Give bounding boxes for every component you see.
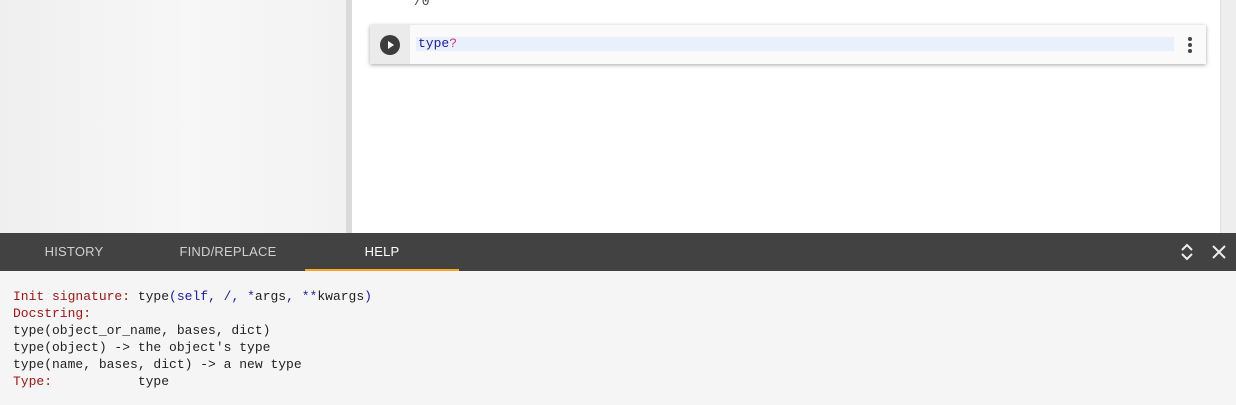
previous-cell-output: /0 <box>414 0 430 9</box>
help-output: Init signature: type(self, /, *args, **k… <box>13 288 372 390</box>
tab-history[interactable]: HISTORY <box>0 233 148 271</box>
init-func: type <box>130 289 170 304</box>
init-dstar: ** <box>301 289 318 304</box>
more-vert-icon[interactable] <box>1188 37 1192 53</box>
tab-help[interactable]: HELP <box>305 233 459 271</box>
play-circle-icon[interactable] <box>380 35 400 55</box>
bottom-panel-tabbar: HISTORY FIND/REPLACE HELP <box>0 233 1236 271</box>
init-args: args <box>254 289 287 304</box>
init-signature-label: Init signature: <box>13 289 131 304</box>
file-browser-pane <box>0 0 346 233</box>
init-close: ) <box>364 289 372 304</box>
tab-find-replace[interactable]: FIND/REPLACE <box>154 233 302 271</box>
notebook-scrollbar[interactable] <box>1220 0 1236 233</box>
init-signature-line: Init signature: type(self, /, *args, **k… <box>13 288 372 305</box>
docstring-line: type(object_or_name, bases, dict) <box>13 323 271 338</box>
cell-gutter <box>370 25 410 64</box>
init-paren-open: (self <box>169 289 208 304</box>
unfold-more-icon[interactable] <box>1174 233 1200 271</box>
docstring-line: type(name, bases, dict) -> a new type <box>13 357 302 372</box>
code-cell[interactable]: type? <box>370 25 1206 64</box>
init-open: (self <box>169 289 209 304</box>
init-sep2: , <box>231 289 248 304</box>
type-line: Type: type <box>13 373 372 390</box>
init-star: * <box>247 289 255 304</box>
init-sep1: , <box>208 289 224 304</box>
code-editor[interactable]: type? <box>416 37 1174 51</box>
init-sep3: , <box>286 289 302 304</box>
type-label: Type: <box>13 374 53 389</box>
init-kwargs: kwargs <box>317 289 365 304</box>
close-icon[interactable] <box>1206 233 1232 271</box>
docstring-label: Docstring: <box>13 306 92 321</box>
code-token-operator: ? <box>449 36 458 51</box>
type-value: type <box>52 374 170 389</box>
docstring-line: type(object) -> the object's type <box>13 340 271 355</box>
code-token-keyword: type <box>418 36 450 51</box>
